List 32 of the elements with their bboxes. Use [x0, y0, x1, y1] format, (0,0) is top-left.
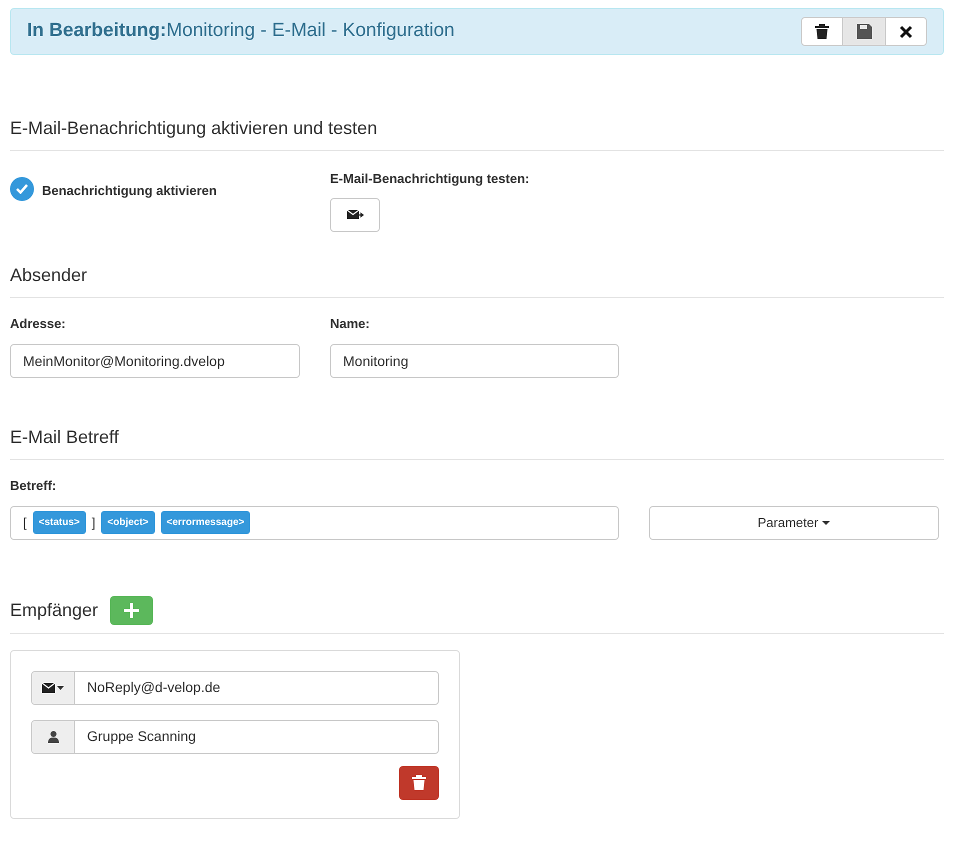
trash-icon — [815, 24, 829, 39]
field-label: Adresse: — [10, 315, 67, 333]
parameter-dropdown[interactable]: Parameter — [649, 506, 939, 540]
field-label: Betreff: — [10, 477, 58, 495]
subject-text: [ — [23, 514, 27, 532]
delete-recipient-button[interactable] — [399, 766, 439, 800]
field-label: Name: — [330, 315, 371, 333]
checkbox-label: Benachrichtigung aktivieren — [42, 182, 217, 200]
section-heading: E-Mail-Benachrichtigung aktivieren und testen — [10, 117, 378, 140]
plus-icon — [124, 602, 140, 618]
field-label: E-Mail-Benachrichtigung testen: — [330, 170, 530, 188]
close-icon — [899, 24, 913, 38]
section-heading: Empfänger — [10, 598, 98, 622]
checkbox[interactable] — [10, 177, 34, 201]
subject-text: ] — [92, 514, 96, 532]
trash-icon — [412, 775, 426, 790]
page-title: In Bearbeitung:Monitoring - E-Mail - Konfiguration — [27, 19, 455, 44]
parameter-tag: <errormessage> — [160, 511, 250, 534]
save-button[interactable] — [843, 17, 885, 46]
parameter-tag: <object> — [101, 511, 155, 534]
send-test-button[interactable] — [330, 198, 380, 232]
caret-icon — [822, 520, 830, 524]
section-heading: E-Mail Betreff — [10, 426, 119, 449]
send-mail-icon — [346, 210, 364, 220]
address-field[interactable]: MeinMonitor@Monitoring.dvelop — [10, 344, 300, 378]
section-heading: Absender — [10, 264, 88, 287]
name-field[interactable]: Monitoring — [330, 344, 619, 378]
checkmark-icon — [16, 184, 28, 194]
parameter-tag: <status> — [32, 511, 86, 534]
close-button[interactable] — [885, 17, 927, 46]
delete-button[interactable] — [801, 17, 843, 46]
subject-field[interactable]: [ <status> ] <object> <errormessage> — [10, 506, 619, 540]
